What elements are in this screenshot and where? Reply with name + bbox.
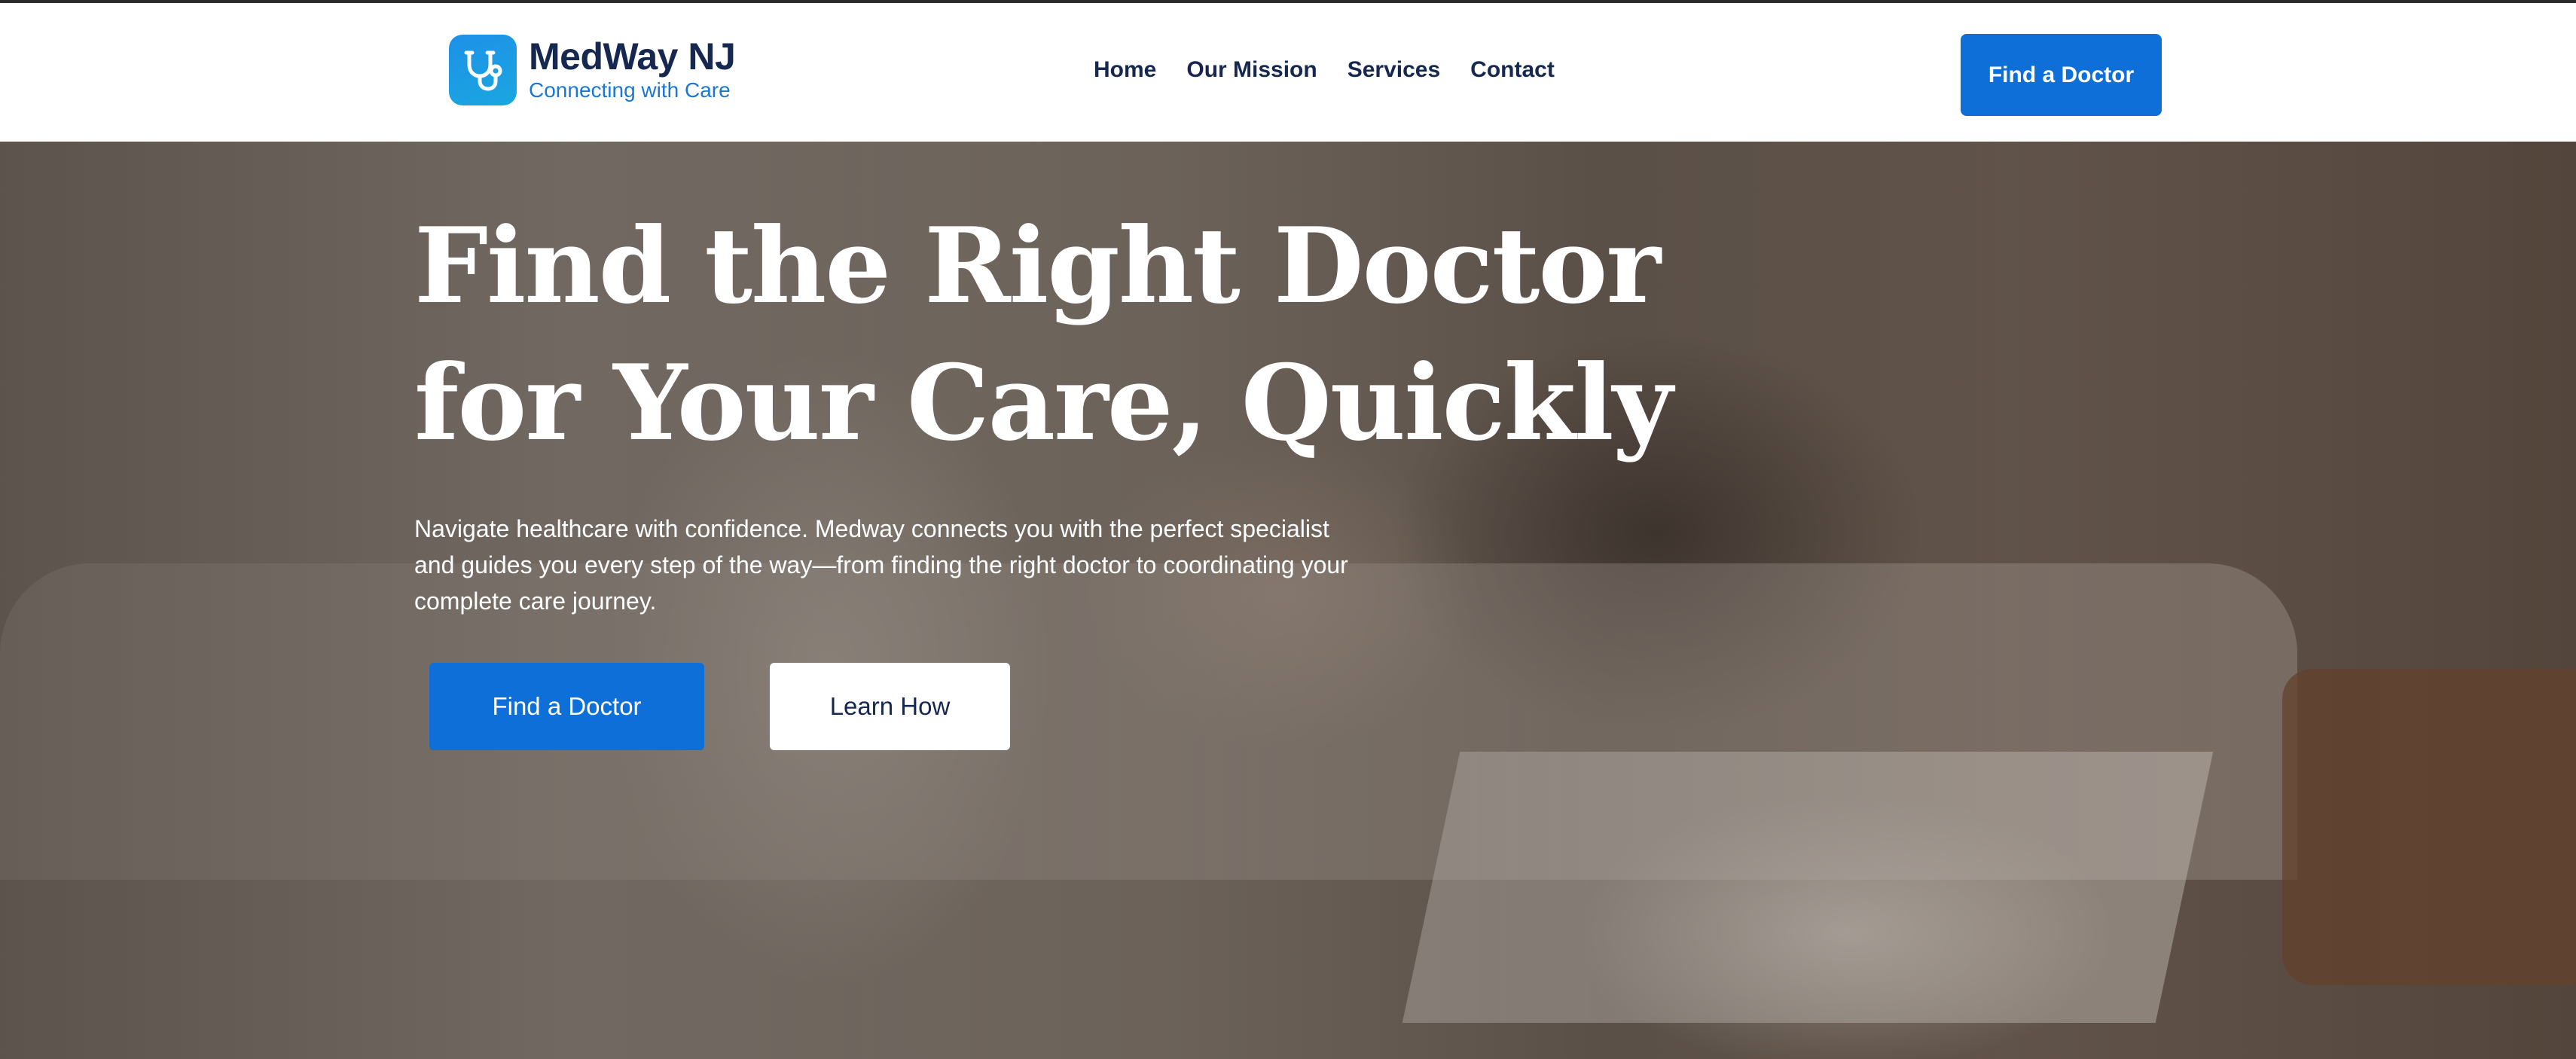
hero-title: Find the Right Doctor for Your Care, Qui…	[414, 197, 1673, 472]
nav-item-home[interactable]: Home	[1094, 57, 1156, 83]
nav-item-our-mission[interactable]: Our Mission	[1186, 57, 1317, 83]
hero-find-doctor-button[interactable]: Find a Doctor	[429, 663, 704, 750]
hero-title-line-2: for Your Care, Quickly	[414, 341, 1673, 464]
hero-title-line-1: Find the Right Doctor	[414, 204, 1661, 327]
header-find-doctor-button[interactable]: Find a Doctor	[1961, 34, 2162, 116]
brand-tagline: Connecting with Care	[529, 78, 731, 102]
brand-text: MedWay NJ Connecting with Care	[529, 35, 736, 103]
main-nav: Home Our Mission Services Contact	[1094, 57, 1555, 83]
hero-subtitle: Navigate healthcare with confidence. Med…	[414, 515, 1348, 615]
nav-item-contact[interactable]: Contact	[1470, 57, 1555, 83]
brand-logo-link[interactable]: MedWay NJ Connecting with Care	[449, 35, 736, 105]
brand-name: MedWay NJ	[529, 35, 736, 78]
site-header: MedWay NJ Connecting with Care Home Our …	[0, 3, 2576, 142]
nav-item-services[interactable]: Services	[1348, 57, 1440, 83]
hero-learn-how-button[interactable]: Learn How	[770, 663, 1010, 750]
stethoscope-icon	[449, 35, 517, 105]
